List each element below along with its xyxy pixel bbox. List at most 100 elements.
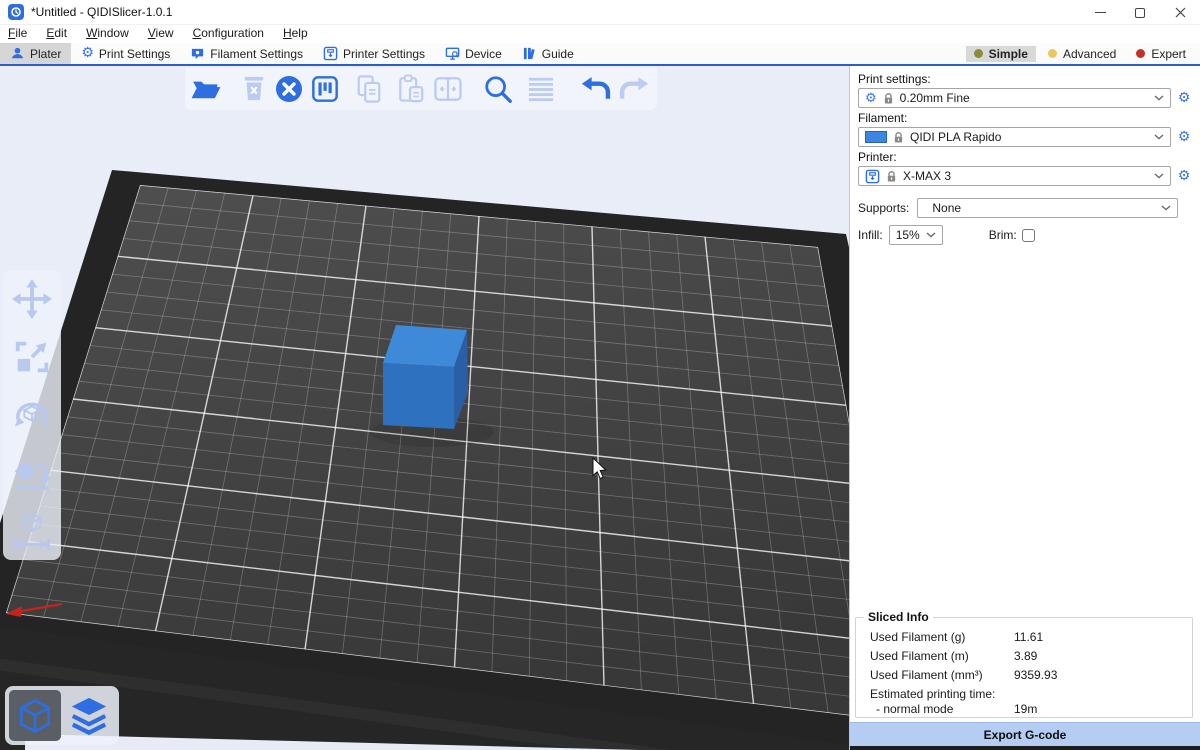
print-bed-scene [0,66,850,750]
undo-icon [581,74,611,104]
used-filament-g-value: 11.61 [1014,629,1043,645]
move-icon [11,278,53,320]
print-settings-combo[interactable]: ⚙ 0.20mm Fine [858,88,1171,108]
menu-file[interactable]: File [8,26,37,42]
redo-icon [619,74,649,104]
supports-value: None [924,201,1155,215]
print-settings-label: Print settings: [858,72,1192,86]
printer-label: Printer: [858,150,1192,164]
filament-label: Filament: [858,111,1192,125]
filament-value: QIDI PLA Rapido [910,130,1148,144]
brim-checkbox[interactable] [1022,229,1035,242]
infill-value: 15% [896,228,920,242]
sliced-info-row: Used Filament (mm³) 9359.93 [870,667,1192,683]
printer-value: X-MAX 3 [903,169,1148,183]
brim-label: Brim: [989,228,1017,242]
menu-configuration[interactable]: Configuration [193,26,274,42]
supports-label: Supports: [858,201,909,215]
menu-help[interactable]: Help [283,26,318,42]
undo-button[interactable] [581,73,611,105]
mode-simple[interactable]: Simple [966,46,1036,62]
tab-print-settings[interactable]: ⚙ Print Settings [71,43,180,64]
gizmo-toolbar [3,270,61,560]
window-bottom-edge [850,746,1200,750]
measure-tool-button[interactable] [9,508,55,554]
edit-filament-button[interactable]: ⚙ [1176,129,1192,145]
print-time-value: 19m [1014,702,1037,717]
copy-icon [355,74,383,104]
mode-label: Simple [989,47,1028,61]
edit-printer-button[interactable]: ⚙ [1176,168,1192,184]
filament-combo[interactable]: QIDI PLA Rapido [858,127,1171,147]
place-on-face-tool-button[interactable] [9,450,55,496]
minimize-button[interactable] [1080,0,1120,25]
chevron-down-icon [1154,173,1164,179]
delete-all-button[interactable] [275,73,303,105]
tab-plater[interactable]: Plater [0,43,71,64]
plater-icon [10,46,25,61]
open-file-button[interactable] [191,73,221,105]
mode-advanced[interactable]: Advanced [1040,46,1124,62]
delete-button[interactable] [241,73,267,105]
tab-guide[interactable]: Guide [512,43,584,64]
supports-combo[interactable]: None [917,198,1178,218]
advanced-dot-icon [1048,49,1057,58]
split-button[interactable] [433,73,463,105]
layer-height-button[interactable] [527,73,555,105]
infill-label: Infill: [858,228,883,242]
close-button[interactable] [1160,0,1200,25]
tab-printer-settings[interactable]: Printer Settings [313,43,435,64]
app-logo-icon [8,4,24,20]
preview-view-button[interactable] [63,690,115,741]
plater-toolbar [185,68,657,110]
lock-icon [883,92,894,105]
printer-settings-icon [323,46,338,61]
editor-view-button[interactable] [9,690,61,741]
infill-combo[interactable]: 15% [889,225,943,245]
tab-filament-settings[interactable]: Filament Settings [180,43,313,64]
move-tool-button[interactable] [9,276,55,322]
search-button[interactable] [483,73,513,105]
maximize-button[interactable] [1120,0,1160,25]
tab-label: Plater [30,47,61,61]
menu-bar: File Edit Window View Configuration Help [0,25,1200,43]
split-icon [433,76,463,102]
paste-icon [397,74,425,104]
view-mode-switch [5,686,119,745]
print-settings-value: 0.20mm Fine [900,91,1148,105]
3d-viewport[interactable] [0,66,850,750]
tab-label: Filament Settings [210,47,303,61]
menu-window[interactable]: Window [86,26,139,42]
tab-label: Print Settings [99,47,170,61]
rotate-tool-button[interactable] [9,392,55,438]
preset-gear-icon: ⚙ [865,92,877,105]
3d-view-icon [15,696,55,736]
printer-icon [865,169,880,184]
printer-combo[interactable]: X-MAX 3 [858,166,1171,186]
arrange-button[interactable] [311,73,339,105]
expert-dot-icon [1136,49,1145,58]
paste-button[interactable] [397,73,425,105]
mode-expert[interactable]: Expert [1128,46,1194,62]
tab-device[interactable]: Device [435,43,512,64]
tab-label: Guide [542,47,574,61]
normal-mode-row: - normal mode 19m [876,702,1192,717]
model-cube[interactable] [383,325,468,429]
measure-icon [11,510,53,552]
used-filament-m-value: 3.89 [1014,648,1037,664]
scale-icon [11,336,53,378]
menu-view[interactable]: View [148,26,184,42]
window-title: *Untitled - QIDISlicer-1.0.1 [31,5,172,19]
scale-tool-button[interactable] [9,334,55,380]
export-gcode-button[interactable]: Export G-code [850,722,1200,746]
edit-print-settings-button[interactable]: ⚙ [1176,90,1192,106]
maximize-icon [1135,8,1145,18]
chevron-down-icon [1154,95,1164,101]
minimize-icon [1095,12,1106,13]
redo-button[interactable] [619,73,649,105]
menu-edit[interactable]: Edit [46,26,77,42]
sliced-info-row: Used Filament (g) 11.61 [870,629,1192,645]
copy-button[interactable] [355,73,383,105]
mode-label: Advanced [1063,47,1116,61]
chevron-down-icon [1154,134,1164,140]
